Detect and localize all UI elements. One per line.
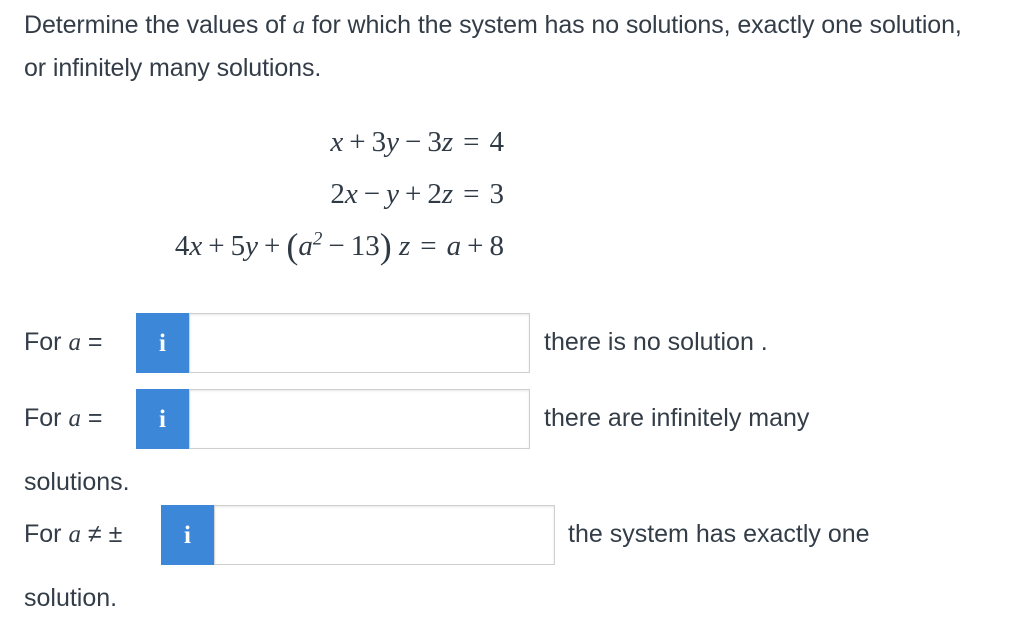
answer-label-prefix: For (24, 328, 69, 356)
info-icon: i (159, 329, 166, 357)
answer-field-no-solution: i (136, 313, 530, 373)
answer-label-variable: a (68, 521, 81, 548)
info-icon-button-no-solution[interactable]: i (136, 313, 189, 373)
answer-label-relation: = (80, 404, 103, 432)
answer-label-relation: ≠ ± (80, 520, 123, 548)
answer-label-exactly-one: For a ≠ ± (24, 520, 123, 548)
answer-input-infinitely-many[interactable] (189, 389, 530, 449)
equation-1-rhs: 4 (489, 126, 505, 158)
equation-2-relation: = (463, 178, 480, 210)
answer-label-no-solution: For a = (24, 328, 103, 356)
equation-2-lhs: 2x − y +2z (330, 178, 454, 210)
question-prompt: Determine the values of a for which the … (24, 4, 974, 89)
answer-input-no-solution[interactable] (189, 313, 530, 373)
equation-3-lhs: 4x +5y + (a2−13) z (174, 226, 411, 266)
equation-1-relation: = (463, 126, 480, 158)
answer-field-infinitely-many: i (136, 389, 530, 449)
question-variable: a (292, 12, 306, 39)
equation-3: 4x +5y + (a2−13) z = a +8 (0, 226, 560, 284)
answer-tail-no-solution: there is no solution . (544, 328, 768, 356)
equation-3-rhs: a +8 (446, 230, 504, 262)
equation-2: 2x − y +2z = 3 (0, 180, 560, 232)
answer-tail-exactly-one: the system has exactly one (568, 520, 870, 548)
equation-2-rhs: 3 (489, 178, 505, 210)
info-icon-button-exactly-one[interactable]: i (161, 505, 214, 565)
equation-1: x +3y −3z = 4 (0, 128, 560, 180)
answer-input-exactly-one[interactable] (214, 505, 555, 565)
info-icon: i (159, 405, 166, 433)
answer-label-infinitely-many: For a = (24, 404, 103, 432)
answer-label-variable: a (68, 329, 81, 356)
answer-tail-infinitely-many: there are infinitely many (544, 404, 810, 432)
answer-wrap-infinitely-many: solutions. (24, 468, 130, 496)
answer-label-prefix: For (24, 404, 69, 432)
equation-system: x +3y −3z = 4 2x − y +2z = 3 4x +5y + (a2−13) z … (0, 128, 560, 284)
info-icon: i (184, 521, 191, 549)
answer-field-exactly-one: i (161, 505, 555, 565)
question-line1-prefix: Determine the values of (24, 11, 293, 39)
info-icon-button-infinitely-many[interactable]: i (136, 389, 189, 449)
equation-3-relation: = (420, 230, 437, 262)
answer-label-prefix: For (24, 520, 69, 548)
answer-wrap-exactly-one: solution. (24, 584, 118, 612)
equation-1-lhs: x +3y −3z (330, 126, 454, 158)
answer-label-relation: = (80, 328, 103, 356)
answer-label-variable: a (68, 405, 81, 432)
question-line1-suffix: for which the system has no solutions, (304, 11, 731, 39)
